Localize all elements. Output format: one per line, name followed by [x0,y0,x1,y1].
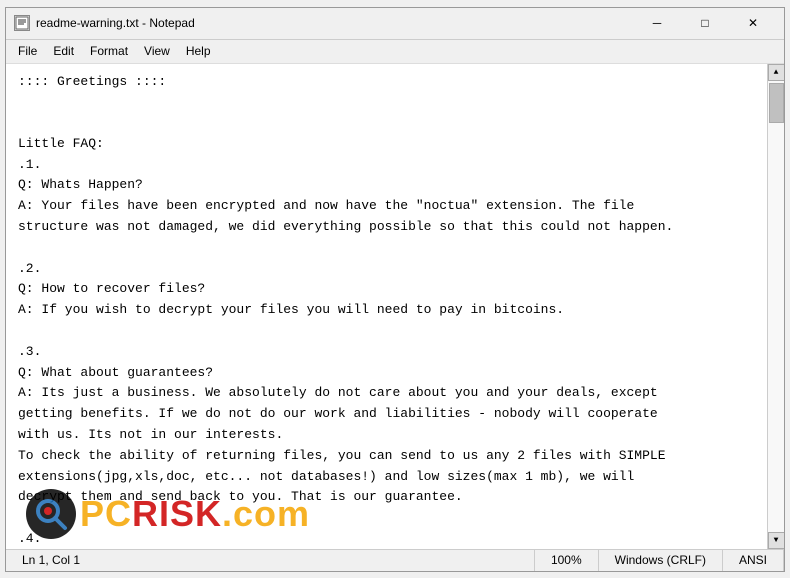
window-title: readme-warning.txt - Notepad [36,16,195,30]
title-bar-left: readme-warning.txt - Notepad [14,15,195,31]
status-ln-col: Ln 1, Col 1 [6,550,535,571]
status-zoom: 100% [535,550,599,571]
status-line-ending: Windows (CRLF) [599,550,723,571]
window-controls: ─ □ ✕ [634,10,776,36]
minimize-button[interactable]: ─ [634,10,680,36]
menu-bar: File Edit Format View Help [6,40,784,64]
menu-format[interactable]: Format [82,42,136,60]
menu-file[interactable]: File [10,42,45,60]
text-editor[interactable]: :::: Greetings :::: Little FAQ: .1. Q: W… [6,64,767,549]
scroll-up-button[interactable]: ▲ [768,64,785,81]
notepad-window: readme-warning.txt - Notepad ─ □ ✕ File … [5,7,785,572]
status-encoding: ANSI [723,550,784,571]
status-bar: Ln 1, Col 1 100% Windows (CRLF) ANSI [6,549,784,571]
title-bar: readme-warning.txt - Notepad ─ □ ✕ [6,8,784,40]
maximize-button[interactable]: □ [682,10,728,36]
menu-help[interactable]: Help [178,42,219,60]
notepad-icon [14,15,30,31]
menu-view[interactable]: View [136,42,178,60]
content-area: :::: Greetings :::: Little FAQ: .1. Q: W… [6,64,784,549]
close-button[interactable]: ✕ [730,10,776,36]
scroll-track[interactable] [768,81,784,532]
scroll-thumb[interactable] [769,83,784,123]
vertical-scrollbar[interactable]: ▲ ▼ [767,64,784,549]
scroll-down-button[interactable]: ▼ [768,532,785,549]
menu-edit[interactable]: Edit [45,42,82,60]
